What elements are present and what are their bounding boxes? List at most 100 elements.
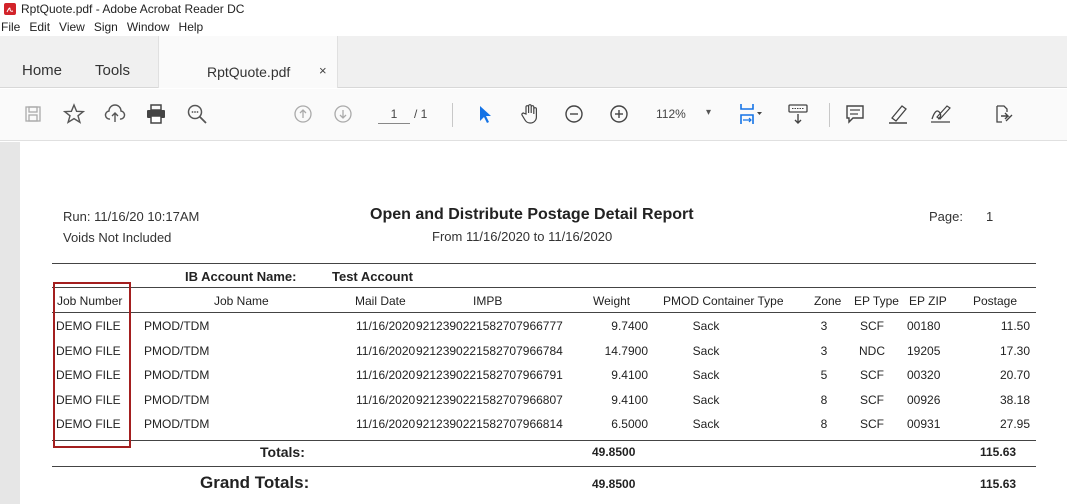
- cell-postage: 27.95: [999, 417, 1030, 431]
- cell-weight: 9.4100: [611, 392, 648, 407]
- run-timestamp: Run: 11/16/20 10:17AM: [63, 209, 200, 224]
- search-zoom-icon[interactable]: [184, 101, 210, 127]
- hand-icon[interactable]: [517, 101, 543, 127]
- cell-postage: 17.30: [999, 343, 1030, 358]
- header-ep-zip: EP ZIP: [909, 294, 947, 308]
- highlight-pen-icon[interactable]: [885, 101, 911, 127]
- cell-impb: 9212390221582707966807: [416, 392, 563, 407]
- cell-weight: 6.5000: [611, 417, 648, 431]
- voids-note: Voids Not Included: [63, 230, 172, 245]
- acrobat-pdf-icon: [4, 3, 16, 15]
- account-name-label: IB Account Name:: [185, 269, 297, 284]
- comment-icon[interactable]: [842, 101, 868, 127]
- zoom-in-icon[interactable]: [606, 101, 632, 127]
- tab-home[interactable]: Home: [22, 62, 62, 79]
- scroll-mode-icon[interactable]: [785, 101, 811, 127]
- page-number: 1: [986, 209, 994, 224]
- pdf-page: Run: 11/16/20 10:17AM Voids Not Included…: [20, 142, 1067, 504]
- tab-document-label: RptQuote.pdf: [207, 64, 291, 80]
- header-zone: Zone: [814, 294, 842, 308]
- print-icon[interactable]: [143, 101, 169, 127]
- page-label: Page:: [929, 209, 963, 224]
- cell-ep-zip: 00180: [907, 319, 941, 333]
- page-up-icon[interactable]: [290, 101, 316, 127]
- job-number-highlight-box: [53, 282, 131, 448]
- cell-weight: 9.7400: [611, 319, 648, 333]
- zoom-level-select[interactable]: 112%: [656, 107, 686, 121]
- cell-mail-date: 11/16/2020: [356, 368, 416, 382]
- rule-top: [52, 263, 1036, 264]
- cell-ep-type: SCF: [860, 319, 884, 333]
- cell-container: Sack: [692, 319, 720, 333]
- cell-container: Sack: [692, 417, 720, 431]
- tab-document[interactable]: RptQuote.pdf ×: [158, 36, 338, 88]
- cell-container: Sack: [692, 392, 720, 407]
- zoom-out-icon[interactable]: [561, 101, 587, 127]
- grand-totals-postage: 115.63: [980, 477, 1017, 491]
- rule-grand-totals: [52, 466, 1036, 467]
- report-title: Open and Distribute Postage Detail Repor…: [370, 206, 694, 223]
- totals-postage: 115.63: [980, 445, 1017, 459]
- cell-ep-zip: 19205: [907, 343, 941, 358]
- header-container-type: PMOD Container Type: [663, 294, 784, 308]
- chevron-down-icon[interactable]: ▾: [706, 107, 711, 118]
- page-number-input[interactable]: 1: [378, 104, 410, 124]
- cell-ep-type: SCF: [860, 392, 884, 407]
- cell-impb: 9212390221582707966814: [416, 417, 563, 431]
- cell-impb: 9212390221582707966777: [416, 319, 563, 333]
- cell-postage: 11.50: [1000, 319, 1030, 333]
- header-postage: Postage: [973, 294, 1018, 308]
- rule-account: [52, 287, 1036, 288]
- page-down-icon[interactable]: [330, 101, 356, 127]
- title-bar: RptQuote.pdf - Adobe Acrobat Reader DC: [0, 0, 1067, 18]
- menu-window[interactable]: Window: [127, 20, 170, 34]
- grand-totals-label: Grand Totals:: [200, 473, 310, 492]
- sign-icon[interactable]: [928, 101, 954, 127]
- header-impb: IMPB: [473, 294, 503, 308]
- toolbar: 1 / 1 112% ▾: [0, 89, 1067, 141]
- cell-postage: 20.70: [999, 368, 1030, 382]
- cell-container: Sack: [692, 368, 720, 382]
- menu-sign[interactable]: Sign: [94, 20, 118, 34]
- cell-ep-zip: 00320: [907, 368, 941, 382]
- cell-mail-date: 11/16/2020: [356, 417, 416, 431]
- toolbar-divider: [452, 103, 453, 127]
- upload-cloud-icon[interactable]: [102, 101, 128, 127]
- tab-close-icon[interactable]: ×: [319, 63, 327, 78]
- header-mail-date: Mail Date: [355, 294, 406, 308]
- cell-container: Sack: [692, 343, 720, 358]
- toolbar-divider: [829, 103, 830, 127]
- cell-job-name: PMOD/TDM: [144, 368, 210, 382]
- header-weight: Weight: [593, 294, 631, 308]
- tab-tools[interactable]: Tools: [95, 62, 130, 79]
- cell-job-name: PMOD/TDM: [144, 319, 210, 333]
- cell-weight: 14.7900: [604, 343, 648, 358]
- cell-impb: 9212390221582707966784: [416, 343, 563, 358]
- cell-mail-date: 11/16/2020: [356, 343, 416, 358]
- window-title: RptQuote.pdf - Adobe Acrobat Reader DC: [21, 2, 245, 16]
- bookmark-star-icon[interactable]: [61, 101, 87, 127]
- cell-job-name: PMOD/TDM: [144, 343, 210, 358]
- menu-edit[interactable]: Edit: [29, 20, 50, 34]
- totals-weight: 49.8500: [592, 445, 636, 459]
- select-arrow-icon[interactable]: [472, 101, 498, 127]
- cell-ep-type: NDC: [859, 343, 885, 358]
- rule-totals: [52, 440, 1036, 441]
- page-total: / 1: [414, 107, 428, 121]
- cell-postage: 38.18: [999, 392, 1030, 407]
- cell-ep-zip: 00931: [907, 417, 941, 431]
- cell-mail-date: 11/16/2020: [356, 319, 416, 333]
- share-icon[interactable]: [990, 101, 1016, 127]
- grand-totals-weight: 49.8500: [592, 477, 636, 491]
- header-job-name: Job Name: [214, 294, 269, 308]
- cell-job-name: PMOD/TDM: [144, 417, 210, 431]
- menu-view[interactable]: View: [59, 20, 85, 34]
- cell-ep-type: SCF: [860, 368, 884, 382]
- cell-ep-type: SCF: [860, 417, 884, 431]
- document-area: Run: 11/16/20 10:17AM Voids Not Included…: [0, 142, 1067, 504]
- save-icon[interactable]: [20, 101, 46, 127]
- menu-file[interactable]: File: [1, 20, 20, 34]
- menu-help[interactable]: Help: [179, 20, 204, 34]
- cell-job-name: PMOD/TDM: [144, 392, 210, 407]
- fit-page-icon[interactable]: [738, 101, 764, 127]
